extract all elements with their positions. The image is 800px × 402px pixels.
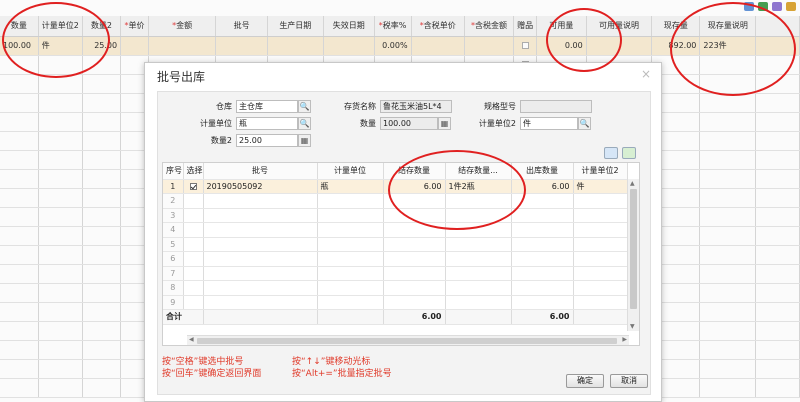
row-number: 4 [163, 222, 184, 238]
dialog-body: 仓库 主仓库 🔍 存货名称 鲁花玉米油5L*4 规格型号 计量单位 瓶 🔍 数量… [157, 91, 651, 395]
grid-col-header[interactable]: 计量单位 [317, 163, 384, 180]
grid-col-header[interactable]: 结存数量... [445, 163, 512, 180]
unit-cell[interactable]: 瓶 [317, 179, 384, 194]
qty2-field[interactable]: 25.00 [236, 134, 298, 147]
search-icon[interactable]: 🔍 [298, 100, 311, 113]
table-row[interactable]: 4 [163, 222, 628, 238]
warehouse-label: 仓库 [216, 102, 232, 111]
row-number: 7 [163, 266, 184, 281]
grid-col-header[interactable]: 序号 [163, 163, 184, 180]
grid-header-row: 序号 选择 批号 计量单位 结存数量 结存数量... 出库数量 计量单位2 [163, 163, 628, 180]
copy-icon[interactable] [604, 147, 618, 159]
qty-field[interactable]: 100.00 [380, 117, 438, 130]
scroll-down-icon[interactable]: ▼ [630, 323, 635, 330]
hint-alt-batch: 按“Alt+=”批量指定批号 [292, 369, 392, 379]
batch-number-cell[interactable]: 20190505092 [203, 179, 318, 194]
select-cell[interactable] [183, 179, 204, 194]
ok-button[interactable]: 确定 [566, 374, 604, 388]
qty2-label: 数量2 [210, 136, 232, 145]
total-row: 合计 6.00 6.00 [163, 309, 628, 325]
unit2-label: 计量单位2 [478, 119, 516, 128]
grid-col-header[interactable]: 选择 [183, 163, 204, 180]
scroll-right-icon[interactable]: ▶ [622, 336, 627, 343]
warehouse-field[interactable]: 主仓库 [236, 100, 298, 113]
row-number: 5 [163, 237, 184, 252]
balance-qty-cell[interactable]: 6.00 [383, 179, 446, 194]
table-row[interactable]: 9 [163, 295, 628, 310]
table-row[interactable]: 1 20190505092 瓶 6.00 1件2瓶 6.00 件 [163, 179, 628, 194]
scroll-up-icon[interactable]: ▲ [630, 180, 635, 187]
scroll-thumb[interactable] [197, 338, 617, 344]
vertical-scrollbar[interactable]: ▲ ▼ [627, 179, 639, 331]
table-row[interactable]: 5 [163, 237, 628, 252]
grid-col-header[interactable]: 出库数量 [511, 163, 574, 180]
out-qty-cell[interactable]: 6.00 [511, 179, 574, 194]
table-row[interactable]: 7 [163, 266, 628, 281]
unit2-field[interactable]: 件 [520, 117, 578, 130]
unit-field[interactable]: 瓶 [236, 117, 298, 130]
hint-enter-confirm: 按“回车”键确定返回界面 [162, 369, 262, 379]
row-number: 3 [163, 208, 184, 223]
total-balance: 6.00 [383, 309, 446, 325]
table-row[interactable]: 8 [163, 280, 628, 296]
row-number: 1 [163, 179, 184, 194]
excel-export-icon[interactable] [622, 147, 636, 159]
grid-col-header[interactable]: 结存数量 [383, 163, 446, 180]
unit-label: 计量单位 [200, 119, 232, 128]
calculator-icon[interactable]: ▦ [438, 117, 451, 130]
cancel-button[interactable]: 取消 [610, 374, 648, 388]
grid-col-header[interactable]: 计量单位2 [573, 163, 628, 180]
close-icon[interactable]: × [641, 67, 651, 81]
table-row[interactable]: 2 [163, 193, 628, 209]
row-number: 8 [163, 280, 184, 296]
horizontal-scrollbar[interactable]: ◀ ▶ [187, 335, 629, 345]
batch-grid: 序号 选择 批号 计量单位 结存数量 结存数量... 出库数量 计量单位2 1 [162, 162, 640, 346]
item-name-field[interactable]: 鲁花玉米油5L*4 [380, 100, 452, 113]
qty-label: 数量 [360, 119, 376, 128]
scroll-thumb[interactable] [630, 189, 637, 309]
select-checkbox[interactable] [189, 182, 197, 190]
grid-col-header[interactable]: 批号 [203, 163, 318, 180]
search-icon[interactable]: 🔍 [578, 117, 591, 130]
batch-outbound-dialog: 批号出库 × 仓库 主仓库 🔍 存货名称 鲁花玉米油5L*4 规格型号 计量单位… [144, 62, 662, 402]
row-number: 9 [163, 295, 184, 310]
unit2-cell[interactable]: 件 [573, 179, 628, 194]
balance-note-cell[interactable]: 1件2瓶 [445, 179, 512, 194]
table-row[interactable]: 6 [163, 251, 628, 267]
calculator-icon[interactable]: ▦ [298, 134, 311, 147]
dialog-title: 批号出库 [157, 70, 206, 84]
total-out-qty: 6.00 [511, 309, 574, 325]
batch-table: 序号 选择 批号 计量单位 结存数量 结存数量... 出库数量 计量单位2 1 [163, 163, 628, 325]
scroll-left-icon[interactable]: ◀ [189, 336, 194, 343]
spec-field[interactable] [520, 100, 592, 113]
table-row[interactable]: 3 [163, 208, 628, 223]
total-label: 合计 [163, 309, 204, 325]
row-number: 6 [163, 251, 184, 267]
search-icon[interactable]: 🔍 [298, 117, 311, 130]
row-number: 2 [163, 193, 184, 209]
spec-label: 规格型号 [484, 102, 516, 111]
item-name-label: 存货名称 [344, 102, 376, 111]
